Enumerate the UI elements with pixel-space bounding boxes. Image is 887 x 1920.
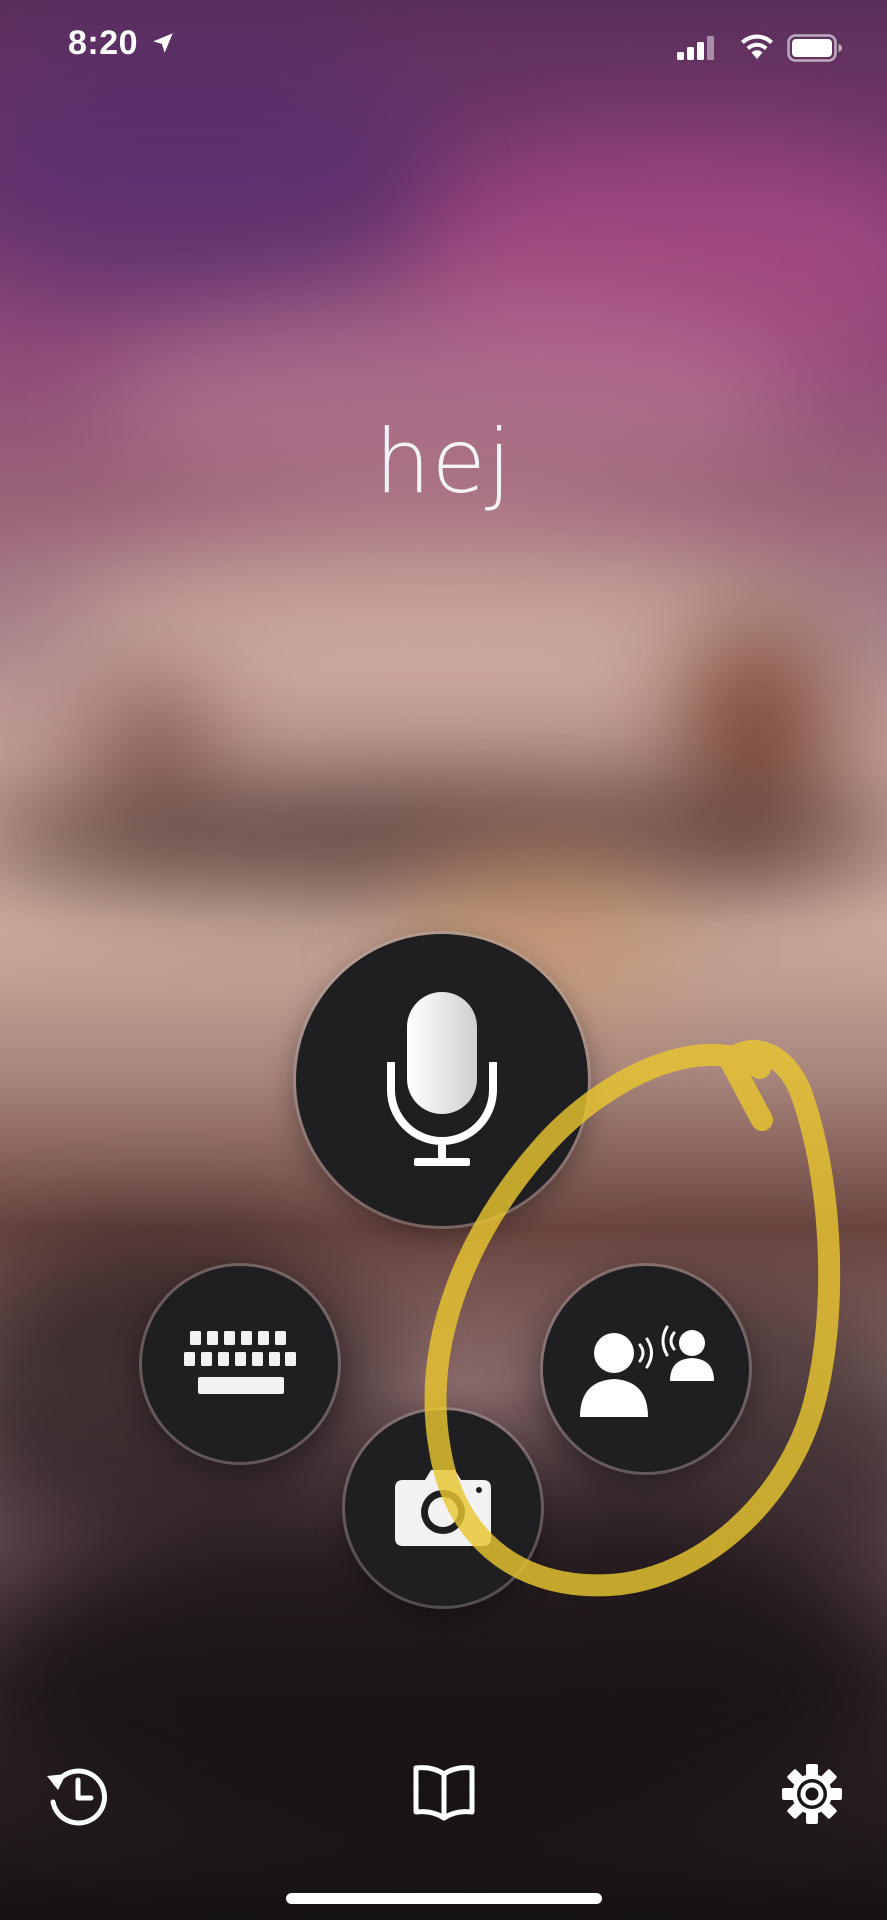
cellular-signal-icon: [677, 36, 714, 60]
status-bar: 8:20: [0, 0, 887, 100]
wifi-icon: [741, 34, 773, 59]
camera-icon: [395, 1470, 491, 1546]
microphone-button[interactable]: [296, 934, 588, 1226]
microphone-icon: [387, 992, 497, 1166]
conversation-icon: [580, 1325, 714, 1417]
keyboard-button[interactable]: [142, 1266, 338, 1462]
prompt-text: hej: [374, 410, 513, 513]
bottom-toolbar: [0, 1740, 887, 1860]
home-indicator[interactable]: [286, 1893, 602, 1904]
history-icon[interactable]: [44, 1762, 110, 1828]
status-time: 8:20: [68, 24, 139, 62]
gear-icon[interactable]: [780, 1762, 844, 1826]
conversation-button[interactable]: [543, 1266, 749, 1472]
battery-icon: [787, 34, 842, 62]
camera-button[interactable]: [345, 1410, 541, 1606]
keyboard-icon: [184, 1331, 296, 1394]
book-icon[interactable]: [412, 1762, 476, 1822]
location-arrow-icon: [153, 33, 173, 53]
